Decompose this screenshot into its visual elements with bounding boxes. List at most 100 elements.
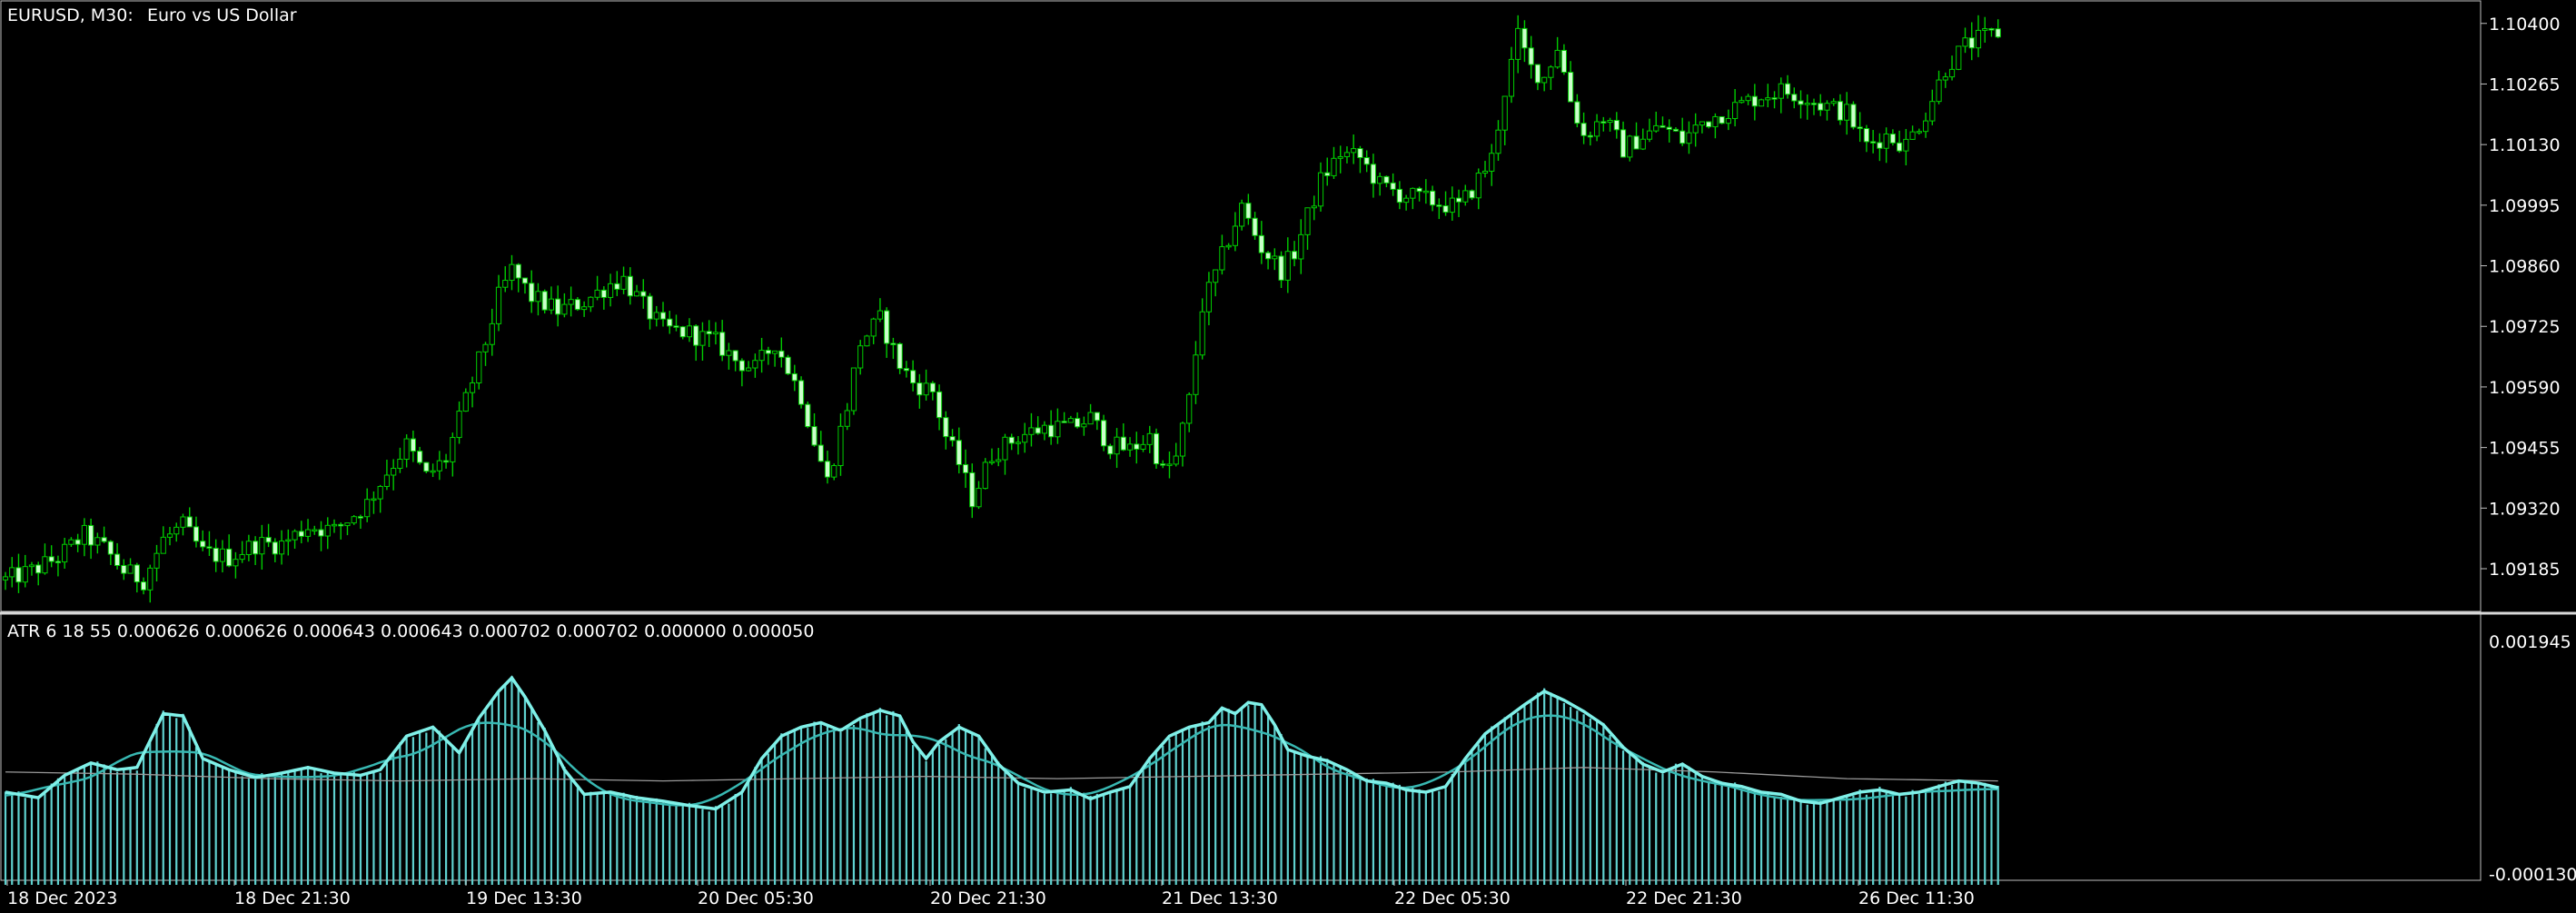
candle-body <box>1982 28 1988 31</box>
candle-body <box>1653 124 1660 132</box>
candle-body <box>436 460 442 471</box>
candle-body <box>226 548 233 567</box>
candle-body <box>1442 205 1449 213</box>
price-candle <box>574 297 580 312</box>
candle-body <box>1055 421 1061 438</box>
candle-body <box>1692 124 1699 134</box>
candle-body <box>1166 463 1173 466</box>
time-axis-label: 20 Dec 05:30 <box>698 888 814 908</box>
candle-body <box>535 291 541 303</box>
chart-canvas[interactable]: EURUSD, M30: Euro vs US Dollar ATR 6 18 … <box>0 0 2576 913</box>
candle-body <box>1877 142 1883 149</box>
candle-body <box>1075 418 1081 428</box>
candle-body <box>1765 97 1771 101</box>
candle-body <box>1804 103 1810 105</box>
price-axis-label: 1.10265 <box>2489 74 2561 94</box>
candle-body <box>1745 95 1751 102</box>
candle-body <box>1712 115 1719 128</box>
candle-body <box>1936 79 1942 103</box>
candle-body <box>68 539 74 545</box>
candle-body <box>620 275 627 290</box>
candle-body <box>74 539 81 545</box>
price-axis-label: 1.09455 <box>2489 439 2561 459</box>
candle-body <box>1173 455 1179 465</box>
candle-body <box>22 566 28 583</box>
candle-body <box>1627 135 1633 158</box>
candle-body <box>837 425 844 466</box>
candle-body <box>1351 148 1357 154</box>
candle-body <box>712 332 719 335</box>
candle-body <box>1087 412 1094 425</box>
price-axis-label: 1.09185 <box>2489 560 2561 580</box>
candle-body <box>233 559 239 567</box>
candle-body <box>1489 153 1495 172</box>
candle-body <box>1343 152 1351 157</box>
candle-body <box>1968 37 1975 49</box>
candle-body <box>785 356 791 374</box>
candle-body <box>2 576 9 581</box>
candle-body <box>1889 134 1896 144</box>
candle-body <box>1922 120 1929 133</box>
candle-body <box>292 531 298 541</box>
candle-body <box>1114 436 1120 455</box>
candle-body <box>633 291 640 297</box>
candle-body <box>1666 126 1672 130</box>
chart-description-label: Euro vs US Dollar <box>147 5 297 25</box>
candle-body <box>607 283 614 298</box>
candle-body <box>1587 134 1593 138</box>
candle-body <box>949 436 956 442</box>
candle-body <box>548 298 555 311</box>
candle-body <box>245 541 252 555</box>
candle-body <box>1061 421 1067 423</box>
candle-body <box>1600 121 1607 124</box>
candle-body <box>206 546 213 549</box>
candle-body <box>824 461 831 478</box>
time-axis-label: 20 Dec 21:30 <box>930 888 1046 908</box>
candle-body <box>1317 172 1324 207</box>
candle-body <box>1120 436 1126 451</box>
candle-body <box>1403 197 1410 203</box>
candle-body <box>1436 204 1442 207</box>
candle-body <box>1870 141 1877 144</box>
candle-body <box>1646 130 1653 140</box>
candle-body <box>1903 138 1909 152</box>
price-candle <box>785 354 791 375</box>
candle-body <box>1534 64 1541 84</box>
candle-body <box>338 523 344 527</box>
candle-body <box>1739 100 1745 104</box>
candle-body <box>1495 129 1501 154</box>
candle-body <box>1337 155 1343 159</box>
candle-body <box>200 541 206 548</box>
candle-body <box>903 368 909 372</box>
candle-body <box>1028 427 1035 435</box>
candle-body <box>239 553 245 561</box>
time-axis-label: 26 Dec 11:30 <box>1858 888 1975 908</box>
candle-body <box>35 564 42 574</box>
price-candle <box>541 289 548 314</box>
candle-body <box>1455 197 1462 203</box>
candle-body <box>417 451 423 463</box>
candle-body <box>1568 72 1574 103</box>
candle-body <box>1948 68 1956 78</box>
candle-body <box>147 567 154 590</box>
candle-body <box>186 516 193 528</box>
candle-body <box>1422 190 1429 194</box>
candle-body <box>1357 148 1363 158</box>
candle-body <box>272 541 278 555</box>
candle-body <box>430 470 436 473</box>
candle-body <box>1560 49 1567 74</box>
candle-body <box>798 380 805 405</box>
price-axis-label: 1.09590 <box>2489 378 2561 398</box>
candle-body <box>897 342 903 370</box>
candle-body <box>1304 207 1311 235</box>
candle-body <box>673 325 679 328</box>
candle-body <box>456 411 462 439</box>
price-candle <box>805 402 811 429</box>
candle-body <box>1810 103 1818 105</box>
price-axis-label: 1.10400 <box>2489 15 2561 35</box>
candle-body <box>1146 432 1153 445</box>
candle-body <box>765 350 771 354</box>
candle-body <box>541 291 548 311</box>
candle-body <box>88 524 94 546</box>
candle-body <box>1390 182 1396 190</box>
